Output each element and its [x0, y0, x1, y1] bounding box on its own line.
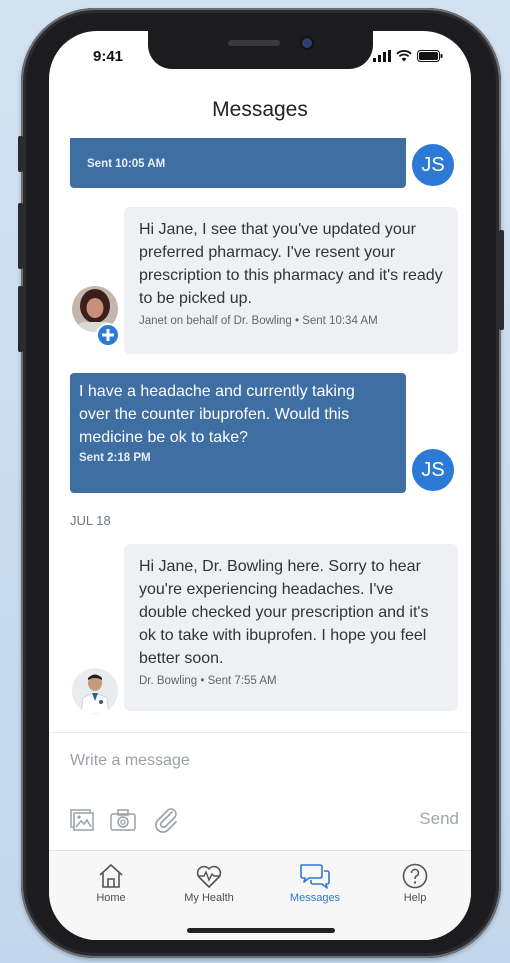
tab-label: Home [96, 892, 126, 904]
message-thread[interactable]: Sent 10:05 AM JS Hi Jane, I see that you… [49, 138, 471, 732]
message-input[interactable]: Write a message [70, 752, 190, 770]
mute-switch [18, 136, 23, 172]
message-meta: Dr. Bowling • Sent 7:55 AM [139, 675, 277, 687]
message-meta: Sent 10:05 AM [87, 158, 166, 170]
tab-label: Messages [289, 892, 341, 904]
doctor-photo-icon [72, 668, 118, 714]
avatar-initials: JS [409, 141, 457, 189]
care-team-badge [96, 323, 120, 347]
home-icon [99, 864, 123, 888]
status-icons [373, 50, 443, 62]
wifi-icon [396, 50, 412, 62]
paperclip-icon[interactable] [152, 806, 180, 834]
speaker [228, 40, 280, 46]
send-button[interactable]: Send [419, 809, 459, 829]
chat-bubbles-icon [300, 864, 330, 889]
plus-icon [102, 329, 114, 341]
camera-icon[interactable] [109, 806, 137, 834]
signal-icon [373, 50, 391, 62]
front-camera [302, 38, 312, 48]
message-text: Hi Jane, I see that you've updated your … [139, 221, 443, 307]
tab-label: Help [403, 892, 427, 904]
battery-icon [417, 50, 443, 62]
message-incoming: Hi Jane, I see that you've updated your … [124, 207, 458, 354]
heart-pulse-icon [196, 865, 222, 888]
tab-my-health[interactable]: My Health [169, 861, 249, 904]
home-indicator [187, 928, 335, 933]
tab-home[interactable]: Home [71, 861, 151, 904]
status-time: 9:41 [93, 48, 124, 65]
tab-bar: Home My Health Messages Help [49, 850, 471, 940]
avatar-initials: JS [409, 446, 457, 494]
avatar-dr-bowling [69, 665, 121, 717]
question-icon [402, 863, 428, 889]
message-composer: Write a message Send [49, 732, 471, 851]
tab-label: My Health [184, 892, 234, 904]
image-icon[interactable] [68, 806, 96, 834]
tab-messages[interactable]: Messages [275, 861, 355, 904]
volume-down-button [18, 286, 23, 352]
message-incoming: Hi Jane, Dr. Bowling here. Sorry to hear… [124, 544, 458, 711]
power-button [499, 230, 504, 330]
message-outgoing: Sent 10:05 AM [70, 138, 406, 188]
date-separator: JUL 18 [70, 513, 111, 528]
message-text: I have a headache and currently taking o… [79, 383, 355, 446]
tab-help[interactable]: Help [375, 861, 455, 904]
page-title: Messages [212, 98, 308, 121]
message-meta: Janet on behalf of Dr. Bowling • Sent 10… [139, 315, 378, 327]
notch [148, 31, 373, 69]
message-outgoing: I have a headache and currently taking o… [70, 373, 406, 493]
phone-screen: 9:41 Messages Sent 10:05 AM JS Hi Jane, … [49, 31, 471, 940]
message-meta: Sent 2:18 PM [79, 452, 151, 464]
message-text: Hi Jane, Dr. Bowling here. Sorry to hear… [139, 558, 429, 667]
volume-up-button [18, 203, 23, 269]
